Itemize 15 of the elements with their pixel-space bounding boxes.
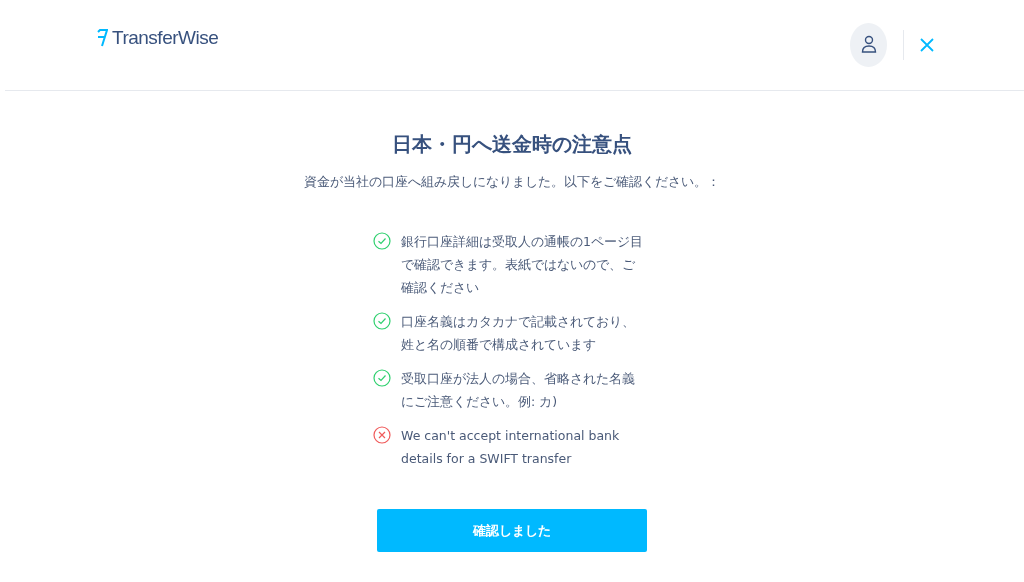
cross-circle-icon [373, 425, 391, 444]
check-circle-icon [373, 311, 391, 330]
logo-icon [97, 29, 108, 47]
logo-text: TransferWise [112, 25, 219, 50]
note-text: We can't accept international bank details for a SWIFT transfer [401, 426, 620, 468]
person-icon [860, 35, 877, 55]
page-title: 日本・円へ送金時の注意点 [391, 131, 633, 158]
check-circle-icon [373, 231, 391, 250]
confirm-button[interactable]: 確認しました [377, 508, 647, 552]
check-circle-icon [373, 368, 391, 387]
note-text: 受取口座が法人の場合、省略された名義 にご注意ください。例: カ) [401, 369, 635, 411]
note-text: 口座名義はカタカナで記載されており、 姓と名の順番で構成されています [401, 312, 635, 354]
subtitle: 資金が当社の口座へ組み戻しになりました。以下をご確認ください。： [303, 173, 721, 191]
note-text: 銀行口座詳細は受取人の通帳の1ページ目 で確認できます。表紙ではないので、ご 確認ください [401, 232, 643, 297]
account-button[interactable] [850, 23, 887, 67]
